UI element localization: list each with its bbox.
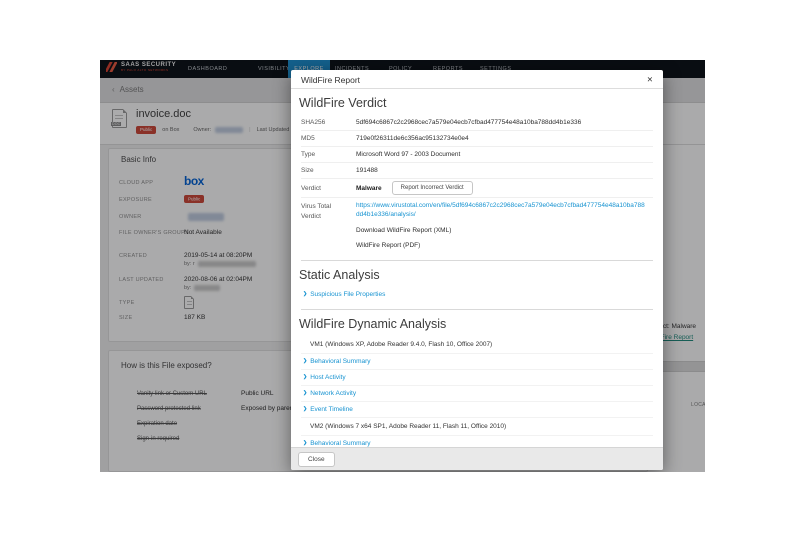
dynamic-analysis-heading: WildFire Dynamic Analysis — [299, 316, 447, 331]
chevron-right-icon: ❯ — [303, 374, 308, 381]
screenshot-stage: SAAS SECURITY BY PALO ALTO NETWORKS DASH… — [0, 0, 805, 533]
type-value: Microsoft Word 97 - 2003 Document — [356, 151, 461, 158]
md5-row: MD5 719e0f26311de6c356ac95132734e0e4 — [301, 131, 653, 147]
size-value: 191488 — [356, 167, 378, 174]
vm1-behavioral-summary-link[interactable]: ❯ Behavioral Summary — [301, 354, 653, 370]
verdict-value: Malware — [356, 184, 382, 192]
report-pdf-link[interactable]: WildFire Report (PDF) — [356, 238, 420, 253]
vm1-event-timeline-link[interactable]: ❯ Event Timeline — [301, 402, 653, 418]
vm1-network-activity-link[interactable]: ❯ Network Activity — [301, 386, 653, 402]
sha256-row: SHA256 5df694c6867c2c2968cec7a579e04ecb7… — [301, 115, 653, 131]
vm2-name: VM2 (Windows 7 x64 SP1, Adobe Reader 11,… — [301, 418, 653, 436]
type-row: Type Microsoft Word 97 - 2003 Document — [301, 147, 653, 163]
modal-footer: Close — [291, 447, 663, 470]
wildfire-report-modal: WildFire Report ✕ WildFire Verdict SHA25… — [291, 70, 663, 470]
chevron-right-icon: ❯ — [303, 440, 308, 447]
vm1-name: VM1 (Windows XP, Adobe Reader 9.4.0, Fla… — [301, 336, 653, 354]
chevron-right-icon: ❯ — [303, 291, 308, 298]
md5-value: 719e0f26311de6c356ac95132734e0e4 — [356, 135, 469, 142]
section-divider — [301, 308, 653, 310]
close-button[interactable]: Close — [298, 452, 335, 467]
suspicious-file-properties-link[interactable]: ❯ Suspicious File Properties — [301, 287, 653, 302]
report-pdf-row: WildFire Report (PDF) — [301, 238, 653, 253]
size-row: Size 191488 — [301, 163, 653, 179]
download-xml-row: Download WildFire Report (XML) — [301, 223, 653, 238]
report-incorrect-verdict-button[interactable]: Report Incorrect Verdict — [391, 181, 473, 195]
close-icon[interactable]: ✕ — [647, 75, 653, 84]
vm2-behavioral-summary-link[interactable]: ❯ Behavioral Summary — [301, 436, 653, 447]
chevron-right-icon: ❯ — [303, 406, 308, 413]
verdict-row: Verdict Malware Report Incorrect Verdict — [301, 179, 653, 198]
sha256-value: 5df694c6867c2c2968cec7a579e04ecb7cfbad47… — [356, 119, 582, 126]
modal-title: WildFire Report — [301, 75, 361, 85]
vm1-host-activity-link[interactable]: ❯ Host Activity — [301, 370, 653, 386]
modal-header: WildFire Report ✕ — [291, 70, 663, 89]
saas-security-app: SAAS SECURITY BY PALO ALTO NETWORKS DASH… — [100, 60, 705, 472]
download-xml-link[interactable]: Download WildFire Report (XML) — [356, 223, 451, 238]
wildfire-verdict-heading: WildFire Verdict — [299, 96, 387, 110]
static-analysis-heading: Static Analysis — [299, 267, 380, 282]
virustotal-row: Virus Total Verdict https://www.virustota… — [301, 198, 653, 223]
virustotal-link[interactable]: https://www.virustotal.com/en/file/5df69… — [356, 198, 648, 223]
modal-body: WildFire Verdict SHA256 5df694c6867c2c29… — [291, 89, 663, 447]
chevron-right-icon: ❯ — [303, 358, 308, 365]
chevron-right-icon: ❯ — [303, 390, 308, 397]
section-divider — [301, 259, 653, 261]
